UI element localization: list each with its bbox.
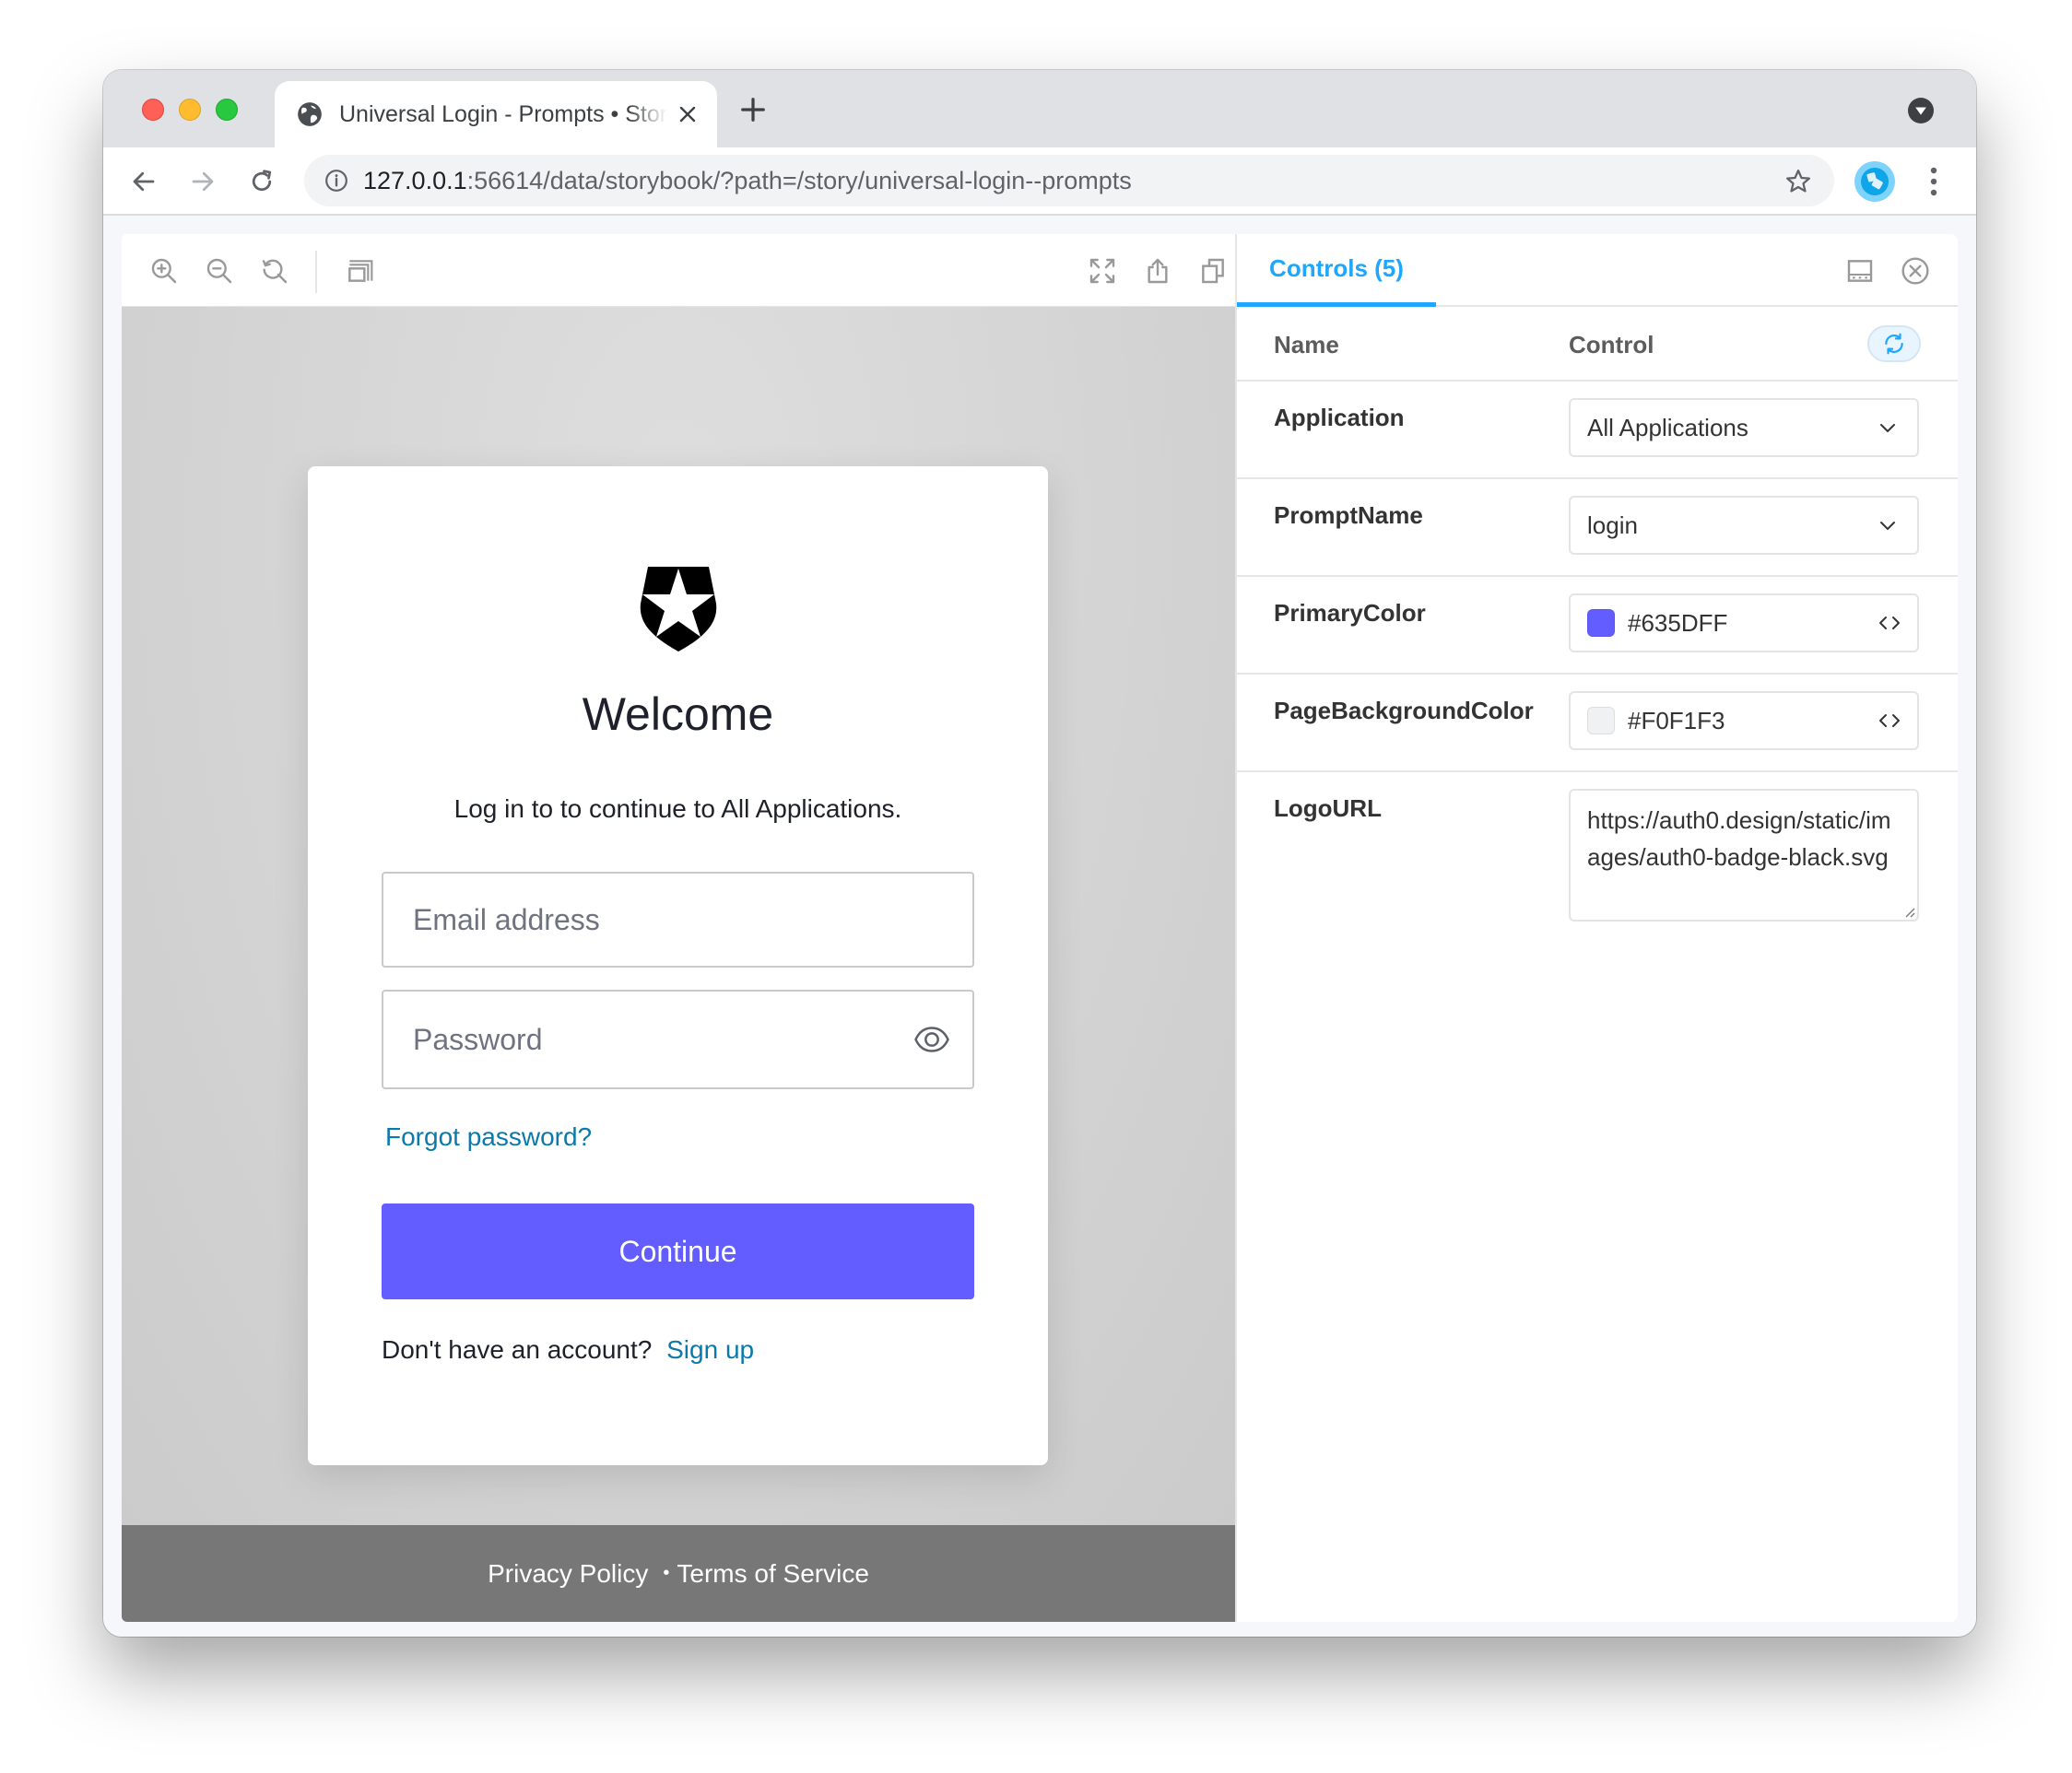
control-row-application: Application All Applications bbox=[1237, 382, 1958, 479]
share-icon[interactable] bbox=[1143, 256, 1172, 286]
arrow-right-icon bbox=[192, 171, 214, 192]
control-row-promptname: PromptName login bbox=[1237, 479, 1958, 577]
toolbar-divider bbox=[315, 251, 317, 293]
back-button[interactable] bbox=[127, 165, 160, 198]
resize-handle-icon[interactable] bbox=[1901, 903, 1915, 918]
browser-toolbar: 127.0.0.1:56614/data/storybook/?path=/st… bbox=[103, 147, 1976, 216]
tab-title: Universal Login - Prompts • Storybook bbox=[339, 100, 667, 127]
control-row-logourl: LogoURL https://auth0.design/static/imag… bbox=[1237, 772, 1958, 947]
preview-toolbar bbox=[122, 234, 1235, 307]
signup-link[interactable]: Sign up bbox=[666, 1335, 754, 1364]
url-text: 127.0.0.1:56614/data/storybook/?path=/st… bbox=[363, 167, 1132, 195]
copy-icon[interactable] bbox=[1198, 256, 1228, 286]
select-value: All Applications bbox=[1587, 413, 1748, 441]
terms-of-service-link[interactable]: Terms of Service bbox=[677, 1559, 869, 1589]
control-label: PromptName bbox=[1274, 501, 1423, 529]
arrow-left-icon bbox=[133, 171, 155, 192]
reset-controls-button[interactable] bbox=[1867, 325, 1921, 362]
auth0-logo-icon bbox=[640, 567, 717, 652]
promptname-select[interactable]: login bbox=[1569, 496, 1919, 555]
textarea-value: https://auth0.design/static/images/auth0… bbox=[1587, 806, 1891, 871]
reload-button[interactable] bbox=[245, 165, 278, 198]
forward-button[interactable] bbox=[186, 165, 219, 198]
browser-window: Universal Login - Prompts • Storybook bbox=[103, 70, 1976, 1637]
login-footer: Privacy Policy • Terms of Service bbox=[122, 1525, 1235, 1622]
login-card: Welcome Log in to to continue to All App… bbox=[308, 466, 1048, 1465]
control-row-pagebackgroundcolor: PageBackgroundColor #F0F1F3 bbox=[1237, 675, 1958, 772]
zoom-reset-icon[interactable] bbox=[260, 256, 289, 286]
browser-menu-icon[interactable] bbox=[1928, 166, 1939, 197]
tab-strip: Universal Login - Prompts • Storybook bbox=[103, 70, 1976, 147]
close-panel-icon[interactable] bbox=[1901, 256, 1930, 286]
signup-row: Don't have an account? Sign up bbox=[382, 1335, 754, 1365]
password-field[interactable]: Password bbox=[382, 990, 974, 1089]
story-canvas: Welcome Log in to to continue to All App… bbox=[122, 307, 1235, 1525]
privacy-policy-link[interactable]: Privacy Policy bbox=[488, 1559, 648, 1589]
sync-icon bbox=[1885, 333, 1903, 355]
code-toggle-icon[interactable] bbox=[1877, 710, 1902, 732]
globe-icon bbox=[298, 102, 322, 126]
addons-panel: Controls (5) Name Control Application Al… bbox=[1235, 234, 1958, 1622]
color-swatch[interactable] bbox=[1587, 707, 1615, 734]
column-control: Control bbox=[1569, 331, 1654, 358]
url-host: 127.0.0.1 bbox=[363, 166, 467, 194]
email-placeholder: Email address bbox=[413, 902, 600, 936]
forgot-password-link[interactable]: Forgot password? bbox=[385, 1122, 592, 1152]
background-toggle-icon[interactable] bbox=[345, 256, 374, 286]
close-window-button[interactable] bbox=[142, 99, 164, 121]
control-label: LogoURL bbox=[1274, 794, 1382, 822]
control-label: Application bbox=[1274, 404, 1405, 431]
story-preview: Welcome Log in to to continue to All App… bbox=[122, 234, 1235, 1622]
storybook-content: Welcome Log in to to continue to All App… bbox=[103, 216, 1976, 1637]
login-subtitle: Log in to to continue to All Application… bbox=[453, 794, 902, 823]
browser-tab[interactable]: Universal Login - Prompts • Storybook bbox=[275, 81, 717, 147]
fullscreen-icon[interactable] bbox=[1088, 256, 1117, 286]
welcome-title: Welcome bbox=[582, 688, 774, 740]
column-name: Name bbox=[1274, 331, 1339, 358]
extension-icon[interactable] bbox=[1854, 161, 1895, 202]
show-password-icon[interactable] bbox=[913, 1021, 950, 1058]
continue-button[interactable]: Continue bbox=[382, 1204, 974, 1299]
signup-prompt: Don't have an account? bbox=[382, 1335, 653, 1364]
footer-bullet: • bbox=[663, 1563, 670, 1583]
pagebackgroundcolor-input[interactable]: #F0F1F3 bbox=[1569, 691, 1919, 750]
info-icon[interactable] bbox=[324, 169, 348, 193]
application-select[interactable]: All Applications bbox=[1569, 398, 1919, 457]
logourl-textarea[interactable]: https://auth0.design/static/images/auth0… bbox=[1569, 789, 1919, 922]
tab-controls[interactable]: Controls (5) bbox=[1237, 234, 1436, 307]
close-tab-icon[interactable] bbox=[677, 103, 699, 125]
new-tab-icon[interactable] bbox=[739, 96, 767, 123]
zoom-in-icon[interactable] bbox=[149, 256, 179, 286]
color-value: #635DFF bbox=[1628, 608, 1728, 637]
code-toggle-icon[interactable] bbox=[1877, 612, 1902, 634]
controls-table-header: Name Control bbox=[1237, 307, 1958, 382]
color-swatch[interactable] bbox=[1587, 609, 1615, 637]
control-label: PrimaryColor bbox=[1274, 599, 1426, 627]
reload-icon bbox=[252, 170, 272, 192]
chevron-down-icon bbox=[1880, 522, 1895, 531]
password-placeholder: Password bbox=[413, 1022, 543, 1056]
addons-tab-bar: Controls (5) bbox=[1237, 234, 1958, 307]
panel-position-icon[interactable] bbox=[1845, 256, 1875, 286]
control-row-primarycolor: PrimaryColor #635DFF bbox=[1237, 577, 1958, 675]
url-path: :56614/data/storybook/?path=/story/unive… bbox=[466, 166, 1132, 194]
chevron-down-icon bbox=[1880, 424, 1895, 433]
minimize-window-button[interactable] bbox=[179, 99, 201, 121]
control-label: PageBackgroundColor bbox=[1274, 697, 1534, 724]
select-value: login bbox=[1587, 511, 1638, 539]
bookmark-star-icon[interactable] bbox=[1784, 168, 1812, 195]
maximize-window-button[interactable] bbox=[216, 99, 238, 121]
zoom-out-icon[interactable] bbox=[205, 256, 234, 286]
tab-search-icon[interactable] bbox=[1908, 98, 1934, 123]
primarycolor-input[interactable]: #635DFF bbox=[1569, 593, 1919, 652]
email-field[interactable]: Email address bbox=[382, 872, 974, 968]
address-bar[interactable]: 127.0.0.1:56614/data/storybook/?path=/st… bbox=[304, 155, 1834, 206]
color-value: #F0F1F3 bbox=[1628, 706, 1725, 734]
